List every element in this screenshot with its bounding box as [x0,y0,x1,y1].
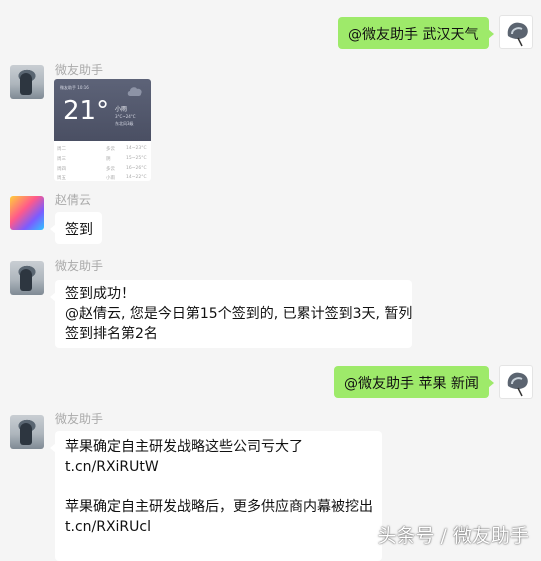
forecast-day: 周二 [57,147,66,152]
watermark-text: 头条号 / 微友助手 [377,525,529,547]
line-spacer [65,477,372,497]
forecast-range: 14~22°C [126,175,147,180]
message-text: 签到 [65,222,93,238]
forecast-condition: 小雨 [106,176,115,181]
user-avatar[interactable] [10,196,44,230]
forecast-range: 16~26°C [126,166,147,171]
message-text: @微友助手 苹果 新闻 [344,376,479,392]
sender-name: 微友助手 [55,259,104,273]
outgoing-message-weather[interactable]: @微友助手 武汉天气 [338,17,494,49]
forecast-range: 14~23°C [126,146,147,151]
incoming-message-news[interactable]: 苹果确定自主研发战略这些公司亏大了 t.cn/RXiRUtW 苹果确定自主研发战… [50,431,382,561]
my-avatar[interactable] [499,15,533,49]
news-link[interactable]: t.cn/RXiRUtW [65,457,372,477]
ink-portrait-icon [507,22,528,47]
forecast-condition: 阴 [106,157,111,162]
weather-detail-wind: 东北风3级 [115,121,134,126]
bot-avatar[interactable] [10,415,44,449]
weather-card[interactable]: 微友助手 10:16 21° 小雨 3°C~24°C 东北风3级 周二 多云 1… [54,79,151,181]
forecast-day: 周五 [57,176,66,181]
incoming-message-checkin-result[interactable]: 签到成功！ @赵倩云, 您是今日第15个签到的, 已累计签到3天, 暂列 签到排… [50,280,413,348]
bot-avatar[interactable] [10,65,44,99]
forecast-row: 周五 小雨 14~22°C [54,172,151,181]
forecast-day: 周三 [57,157,66,162]
outgoing-message-apple-news[interactable]: @微友助手 苹果 新闻 [334,366,494,398]
cloud-icon [127,87,142,96]
weather-card-title: 微友助手 10:16 [60,85,89,90]
bot-avatar[interactable] [10,261,44,295]
sender-name: 赵倩云 [55,193,92,207]
ink-portrait-icon [507,372,528,397]
message-line: 签到排名第2名 [65,326,158,342]
sender-name: 微友助手 [55,412,104,426]
incoming-message-checkin[interactable]: 签到 [50,212,102,244]
weather-condition: 小雨 [115,106,128,113]
my-avatar[interactable] [499,365,533,399]
message-text: @微友助手 武汉天气 [348,27,479,43]
weather-card-header: 微友助手 10:16 21° 小雨 3°C~24°C 东北风3级 [54,79,151,141]
message-line: 签到成功！ [65,286,135,302]
news-headline: 苹果确定自主研发战略后，更多供应商内幕被挖出 [65,499,373,515]
forecast-condition: 多云 [106,147,115,152]
news-headline: 苹果确定自主研发战略这些公司亏大了 [65,439,303,455]
sender-name: 微友助手 [55,63,104,77]
news-link[interactable]: t.cn/RXiRUcl [65,517,372,537]
forecast-range: 15~25°C [126,156,147,161]
message-line: @赵倩云, 您是今日第15个签到的, 已累计签到3天, 暂列 [65,306,413,322]
weather-temperature: 21° [63,96,110,126]
weather-detail-range: 3°C~24°C [115,114,136,119]
